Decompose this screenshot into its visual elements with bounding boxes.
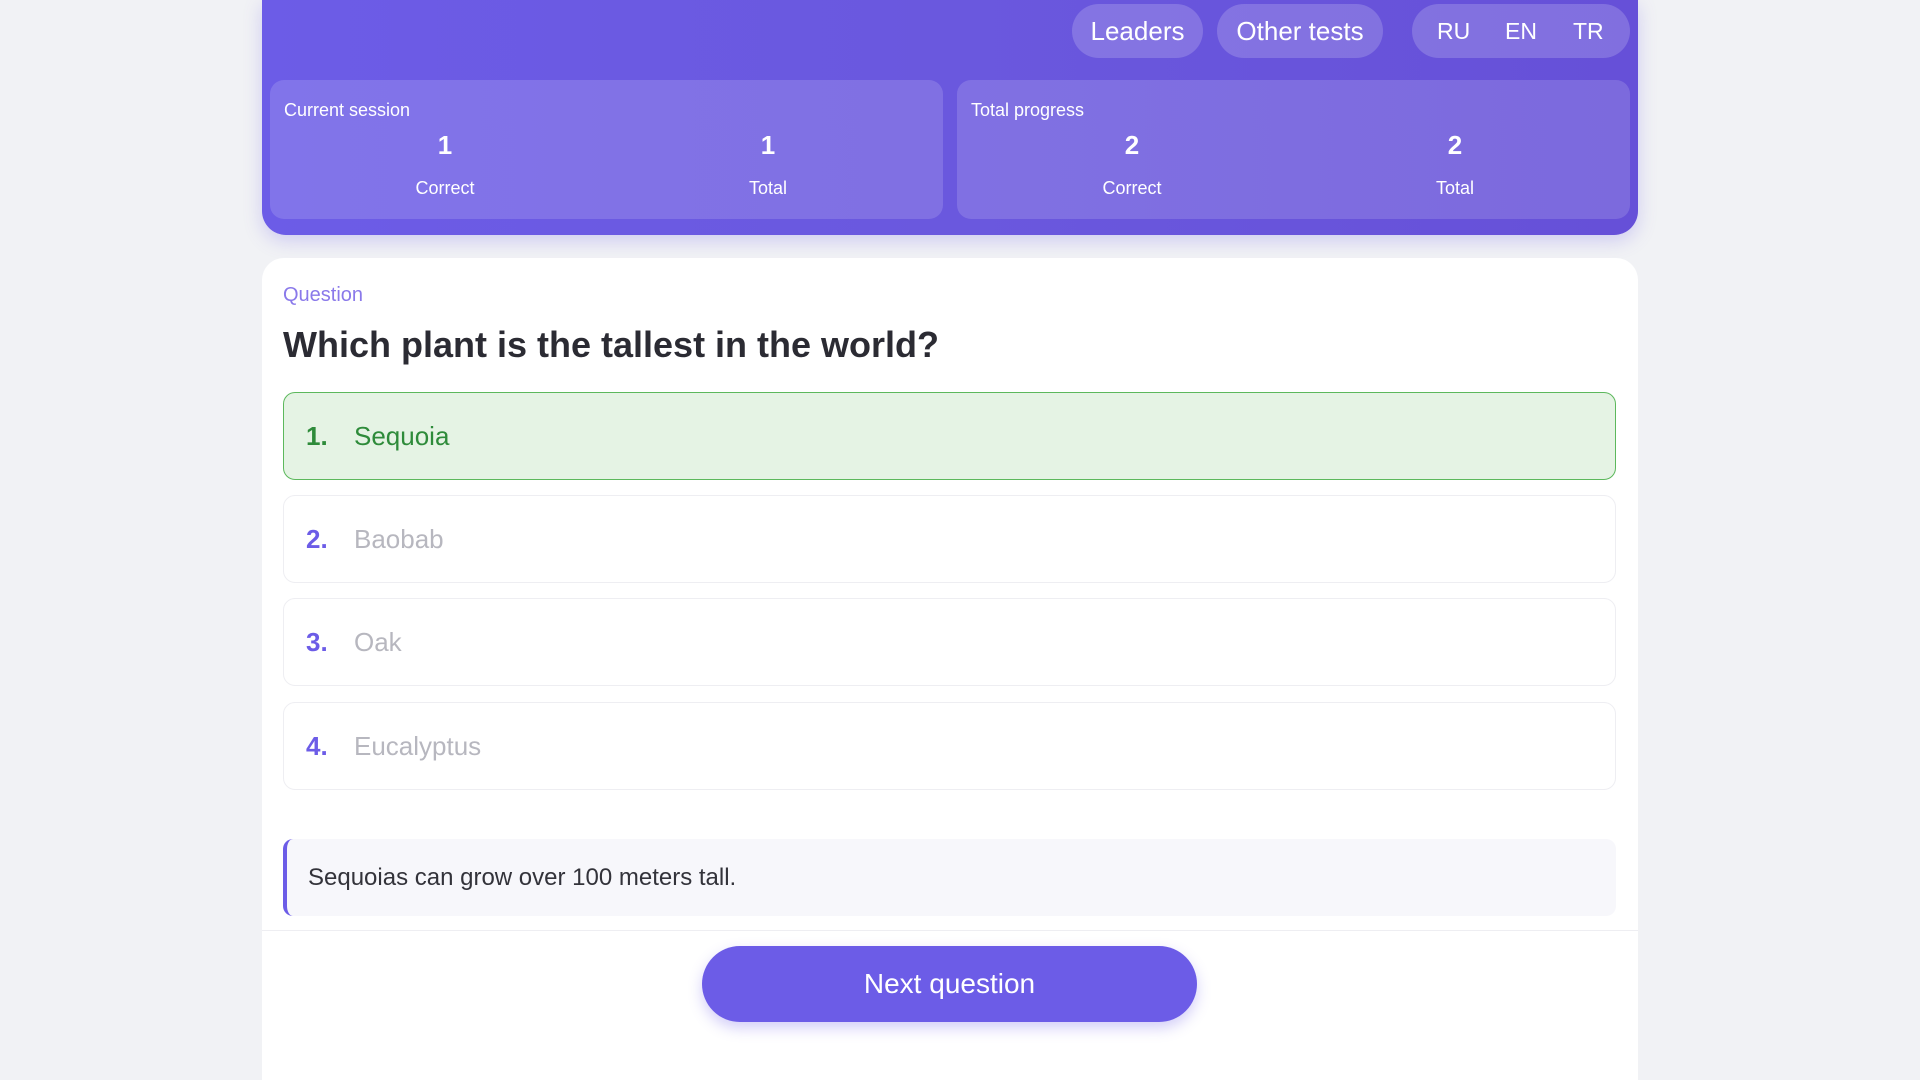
total-progress-title: Total progress <box>971 100 1085 120</box>
progress-total-label: Total <box>1435 178 1475 198</box>
session-correct-label: Correct <box>415 178 475 198</box>
current-session-title: Current session <box>284 100 411 120</box>
total-progress-card: Total progress 2 Correct 2 Total <box>957 80 1630 219</box>
next-question-button[interactable]: Next question <box>702 946 1197 1022</box>
session-correct-value: 1 <box>437 130 453 160</box>
option-number: 2. <box>306 523 328 554</box>
explanation-box: Sequoias can grow over 100 meters tall. <box>283 839 1616 916</box>
option-number: 1. <box>306 420 328 451</box>
language-ru[interactable]: RU <box>1424 18 1484 45</box>
question-card: Question Which plant is the tallest in t… <box>262 258 1638 1080</box>
progress-correct-value: 2 <box>1124 130 1140 160</box>
other-tests-button[interactable]: Other tests <box>1217 4 1383 58</box>
answer-option-3[interactable]: 3. Oak <box>283 598 1616 686</box>
answer-option-4[interactable]: 4. Eucalyptus <box>283 702 1616 790</box>
leaders-button[interactable]: Leaders <box>1072 4 1203 58</box>
current-session-card: Current session 1 Correct 1 Total <box>270 80 943 219</box>
question-label: Question <box>283 284 364 306</box>
divider <box>262 930 1638 931</box>
header: Leaders Other tests RU EN TR Current ses… <box>262 0 1638 235</box>
option-number: 3. <box>306 626 328 657</box>
language-en[interactable]: EN <box>1491 18 1551 45</box>
progress-total-value: 2 <box>1447 130 1463 160</box>
option-text: Eucalyptus <box>354 730 482 761</box>
option-text: Baobab <box>354 523 444 554</box>
option-text: Oak <box>354 626 402 657</box>
language-switcher: RU EN TR <box>1412 4 1630 58</box>
progress-correct-label: Correct <box>1102 178 1162 198</box>
option-number: 4. <box>306 730 328 761</box>
option-text: Sequoia <box>354 420 450 451</box>
session-total-value: 1 <box>760 130 776 160</box>
language-tr[interactable]: TR <box>1558 18 1618 45</box>
page-container: Leaders Other tests RU EN TR Current ses… <box>262 0 1638 1080</box>
answer-option-1[interactable]: 1. Sequoia <box>283 392 1616 480</box>
session-total-label: Total <box>748 178 788 198</box>
answer-option-2[interactable]: 2. Baobab <box>283 495 1616 583</box>
question-text: Which plant is the tallest in the world? <box>283 324 940 365</box>
